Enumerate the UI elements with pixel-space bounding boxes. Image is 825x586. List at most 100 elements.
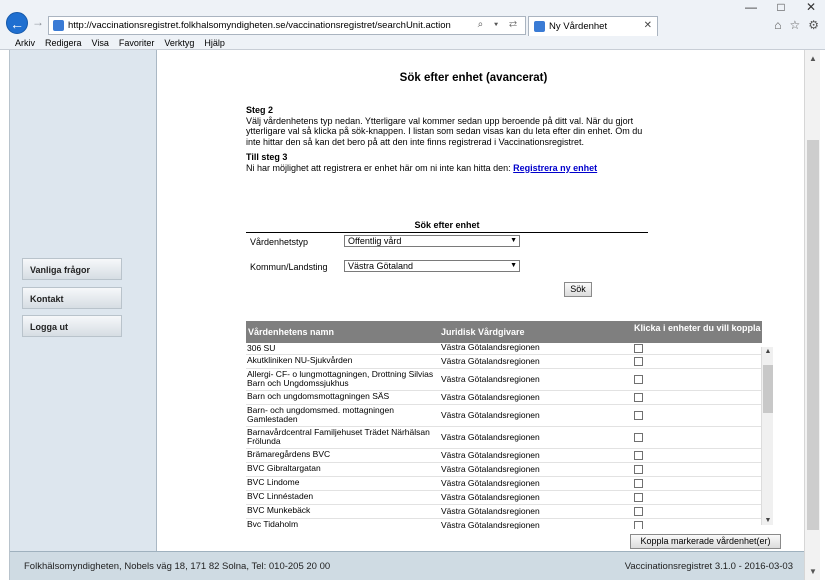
unit-name: BVC Munkebäck (247, 505, 311, 515)
menu-arkiv[interactable]: Arkiv (15, 37, 35, 50)
table-row: 306 SU Västra Götalandsregionen (246, 343, 762, 355)
connect-checkbox[interactable] (634, 357, 643, 366)
window-controls: — □ ✕ (743, 0, 819, 14)
home-icon[interactable]: ⌂ (774, 18, 781, 32)
sidebar-item-logout[interactable]: Logga ut (22, 315, 122, 337)
table-row: BVC Lindome Västra Götalandsregionen (246, 477, 762, 491)
connect-checkbox[interactable] (634, 433, 643, 442)
browser-tab[interactable]: Ny Vårdenhet ✕ (528, 16, 658, 36)
table-row: BVC Munkebäck Västra Götalandsregionen (246, 505, 762, 519)
table-row: BVC Gibraltargatan Västra Götalandsregion… (246, 463, 762, 477)
close-window-icon[interactable]: ✕ (803, 0, 819, 14)
unit-provider: Västra Götalandsregionen (441, 450, 540, 460)
search-form-title: Sök efter enhet (246, 220, 648, 233)
unit-name: BVC Gibraltargatan (247, 463, 321, 473)
unit-type-label: Vårdenhetstyp (250, 237, 309, 247)
table-header: Vårdenhetens namn Juridisk Vårdgivare Kl… (246, 321, 762, 343)
table-row: Brämaregårdens BVC Västra Götalandsregion… (246, 449, 762, 463)
unit-provider: Västra Götalandsregionen (441, 520, 540, 530)
menu-visa[interactable]: Visa (92, 37, 109, 50)
table-row: Allergi- CF- o lungmottagningen, Drottni… (246, 369, 762, 391)
step3-heading: Till steg 3 (246, 152, 288, 162)
table-scrollbar[interactable]: ▲ ▼ (761, 347, 773, 525)
table-row: Bvc Tidaholm Västra Götalandsregionen (246, 519, 762, 529)
search-button[interactable]: Sök (564, 282, 592, 297)
header-unit-name: Vårdenhetens namn (248, 327, 335, 337)
unit-provider: Västra Götalandsregionen (441, 492, 540, 502)
menu-redigera[interactable]: Redigera (45, 37, 82, 50)
chevron-down-icon: ▼ (510, 237, 517, 244)
connect-checkbox[interactable] (634, 393, 643, 402)
connect-checkbox[interactable] (634, 493, 643, 502)
unit-name: Bvc Tidaholm (247, 519, 299, 529)
unit-provider: Västra Götalandsregionen (441, 506, 540, 516)
address-tools-icons[interactable]: ⌕ ▾ ⇄ (478, 19, 521, 30)
table-row: Barn- och ungdomsmed. mottagningen Gamle… (246, 405, 762, 427)
connect-checkbox[interactable] (634, 344, 643, 353)
address-url[interactable]: http://vaccinationsregistret.folkhalsomy… (68, 20, 451, 31)
menu-hjalp[interactable]: Hjälp (204, 37, 225, 50)
unit-provider: Västra Götalandsregionen (441, 356, 540, 366)
connect-checkbox[interactable] (634, 411, 643, 420)
scroll-down-icon[interactable]: ▼ (762, 517, 774, 524)
footer-version: Vaccinationsregistret 3.1.0 - 2016-03-03 (624, 561, 793, 572)
sidebar-item-faq[interactable]: Vanliga frågor (22, 258, 122, 280)
connect-units-button[interactable]: Koppla markerade vårdenhet(er) (630, 534, 781, 549)
connect-checkbox[interactable] (634, 521, 643, 529)
unit-type-value: Offentlig vård (348, 236, 402, 246)
register-new-unit-link[interactable]: Registrera ny enhet (513, 163, 597, 173)
connect-checkbox[interactable] (634, 451, 643, 460)
unit-provider: Västra Götalandsregionen (441, 410, 540, 420)
step2-heading: Steg 2 (246, 105, 274, 115)
table-row: Barnavårdcentral Familjehuset Trädet När… (246, 427, 762, 449)
unit-type-select[interactable]: Offentlig vård ▼ (344, 235, 520, 247)
footer-address: Folkhälsomyndigheten, Nobels väg 18, 171… (24, 561, 331, 572)
chevron-down-icon: ▼ (510, 262, 517, 269)
region-label: Kommun/Landsting (250, 262, 328, 272)
unit-name: Brämaregårdens BVC (247, 449, 331, 459)
unit-name: Barnavårdcentral Familjehuset Trädet När… (247, 427, 430, 446)
main-content: Sök efter enhet (avancerat) Steg 2 Välj … (158, 50, 789, 551)
connect-checkbox[interactable] (634, 507, 643, 516)
address-bar[interactable]: http://vaccinationsregistret.folkhalsomy… (48, 16, 526, 35)
tab-favicon-icon (534, 21, 545, 32)
page-footer: Folkhälsomyndigheten, Nobels väg 18, 171… (10, 551, 805, 580)
page-scroll-thumb[interactable] (807, 140, 819, 530)
forward-arrow-icon[interactable]: → (32, 15, 44, 29)
table-scroll-thumb[interactable] (763, 365, 773, 413)
region-select[interactable]: Västra Götaland ▼ (344, 260, 520, 272)
unit-name: BVC Linnéstaden (247, 491, 314, 501)
connect-checkbox[interactable] (634, 375, 643, 384)
menu-verktyg[interactable]: Verktyg (164, 37, 194, 50)
scroll-down-icon[interactable]: ▼ (805, 567, 821, 576)
page-scrollbar[interactable]: ▲ ▼ (804, 50, 820, 580)
step2-text: Välj vårdenhetens typ nedan. Ytterligare… (246, 115, 643, 147)
browser-toolbar-icons: ⌂ ☆ ⚙ (774, 18, 819, 32)
minimize-icon[interactable]: — (743, 0, 759, 14)
scroll-up-icon[interactable]: ▲ (762, 348, 774, 355)
unit-provider: Västra Götalandsregionen (441, 464, 540, 474)
unit-name: Akutkliniken NU-Sjukvården (247, 355, 353, 365)
sidebar-item-contact[interactable]: Kontakt (22, 287, 122, 309)
menu-favoriter[interactable]: Favoriter (119, 37, 155, 50)
region-value: Västra Götaland (348, 261, 414, 271)
header-connect: Klicka i enheter du vill koppla (634, 323, 761, 333)
connect-checkbox[interactable] (634, 465, 643, 474)
tab-close-icon[interactable]: ✕ (644, 20, 652, 31)
unit-name: BVC Lindome (247, 477, 300, 487)
connect-checkbox[interactable] (634, 479, 643, 488)
back-arrow-icon[interactable]: ← (6, 12, 28, 34)
favorites-star-icon[interactable]: ☆ (789, 18, 800, 32)
unit-provider: Västra Götalandsregionen (441, 343, 540, 352)
table-row: BVC Linnéstaden Västra Götalandsregionen (246, 491, 762, 505)
step3-block: Till steg 3 Ni har möjlighet att registr… (246, 152, 646, 173)
table-row: Akutkliniken NU-Sjukvården Västra Götalan… (246, 355, 762, 369)
menu-bar: Arkiv Redigera Visa Favoriter Verktyg Hj… (0, 37, 825, 50)
page-viewport: Vanliga frågor Kontakt Logga ut Sök efte… (9, 50, 805, 580)
maximize-icon[interactable]: □ (773, 0, 789, 14)
page-favicon-icon (53, 20, 64, 31)
unit-provider: Västra Götalandsregionen (441, 478, 540, 488)
scroll-up-icon[interactable]: ▲ (805, 54, 821, 63)
unit-provider: Västra Götalandsregionen (441, 374, 540, 384)
settings-gear-icon[interactable]: ⚙ (808, 18, 819, 32)
